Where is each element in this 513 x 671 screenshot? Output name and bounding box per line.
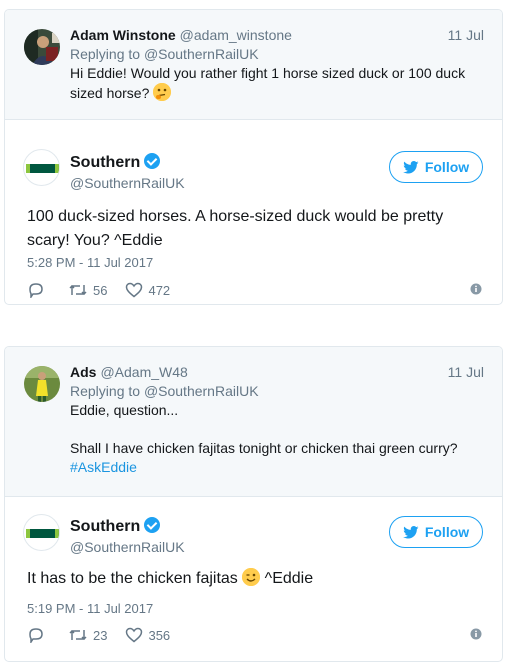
reply-button[interactable] — [27, 627, 50, 643]
reply-icon — [29, 283, 43, 298]
replying-to-link[interactable]: @SouthernRailUK — [144, 46, 259, 62]
twitter-bird-icon — [402, 160, 419, 173]
tweet-actions: 56 472 — [27, 280, 482, 300]
tweet-timestamp[interactable]: 5:19 PM - 11 Jul 2017 — [27, 601, 153, 616]
heart-icon — [126, 627, 143, 643]
replying-to: Replying to @SouthernRailUK — [70, 382, 484, 401]
like-count: 472 — [148, 282, 171, 298]
retweet-button[interactable]: 56 — [68, 282, 107, 298]
tweet-text-content: It has to be the chicken fajitas — [27, 570, 243, 587]
retweet-icon — [69, 284, 87, 296]
follow-button[interactable]: Follow — [389, 151, 483, 183]
hashtag-link[interactable]: #AskEddie — [70, 458, 484, 477]
avatar[interactable] — [24, 29, 60, 65]
thinking-face-emoji — [153, 83, 172, 101]
author-name[interactable]: Southern — [70, 518, 140, 535]
like-count: 356 — [148, 627, 171, 643]
author-name[interactable]: Southern — [70, 154, 140, 171]
reply-author: Southern — [70, 153, 161, 172]
tweet-text: 100 duck-sized horses. A horse-sized duc… — [27, 208, 444, 249]
reply-button[interactable] — [27, 282, 50, 298]
tweet-card: Adam Winstone @adam_winstone 11 Jul Reply… — [4, 9, 503, 305]
retweet-count: 23 — [93, 627, 108, 643]
avatar[interactable] — [24, 366, 60, 402]
tweet-timestamp[interactable]: 5:28 PM - 11 Jul 2017 — [27, 255, 153, 270]
author-name[interactable]: Adam Winstone — [70, 27, 176, 43]
southern-logo-avatar[interactable] — [23, 149, 60, 186]
verified-badge-icon — [144, 153, 161, 169]
replying-label: Replying to — [70, 46, 144, 62]
like-button[interactable]: 356 — [125, 627, 170, 643]
retweet-count: 56 — [93, 282, 108, 298]
tweet-text: Hi Eddie! Would you rather fight 1 horse… — [70, 64, 484, 103]
replying-to: Replying to @SouthernRailUK — [70, 45, 484, 64]
tweet-actions: 23 356 — [27, 625, 482, 645]
verified-badge-icon — [144, 517, 161, 533]
author-handle[interactable]: @SouthernRailUK — [70, 175, 185, 191]
southern-logo-avatar[interactable] — [23, 514, 60, 551]
tweet-text-content: ^Eddie — [260, 570, 314, 587]
parent-tweet[interactable]: Adam Winstone @adam_winstone 11 Jul Reply… — [5, 10, 502, 120]
heart-icon — [126, 282, 143, 298]
info-button[interactable] — [470, 282, 482, 300]
info-button[interactable] — [470, 627, 482, 645]
replying-label: Replying to — [70, 383, 144, 399]
twitter-bird-icon — [402, 525, 419, 538]
like-button[interactable]: 472 — [125, 282, 170, 298]
author-handle[interactable]: @adam_winstone — [180, 27, 292, 43]
author-handle[interactable]: @SouthernRailUK — [70, 539, 185, 555]
winking-face-emoji — [242, 568, 261, 586]
follow-button[interactable]: Follow — [389, 516, 483, 548]
tweet-date[interactable]: 11 Jul — [448, 26, 484, 45]
tweet-text-line: Eddie, question... — [70, 402, 179, 418]
tweet-text-content: Hi Eddie! Would you rather fight 1 horse… — [70, 65, 466, 101]
reply-icon — [29, 628, 43, 643]
replying-to-link[interactable]: @SouthernRailUK — [144, 383, 259, 399]
info-icon — [470, 283, 482, 295]
author-name[interactable]: Ads — [70, 364, 96, 380]
reply-author: Southern — [70, 517, 161, 536]
tweet-date[interactable]: 11 Jul — [448, 363, 484, 382]
retweet-icon — [69, 629, 87, 641]
follow-label: Follow — [424, 524, 470, 540]
parent-tweet[interactable]: Ads @Adam_W48 11 Jul Replying to @Souther… — [5, 347, 502, 497]
author-handle[interactable]: @Adam_W48 — [100, 364, 187, 380]
info-icon — [470, 628, 482, 640]
retweet-button[interactable]: 23 — [68, 627, 107, 643]
tweet-text-line: Shall I have chicken fajitas tonight or … — [70, 440, 458, 456]
tweet-text: It has to be the chicken fajitas ^Eddie — [27, 567, 482, 591]
follow-label: Follow — [424, 159, 470, 175]
tweet-card: Ads @Adam_W48 11 Jul Replying to @Souther… — [4, 346, 503, 662]
